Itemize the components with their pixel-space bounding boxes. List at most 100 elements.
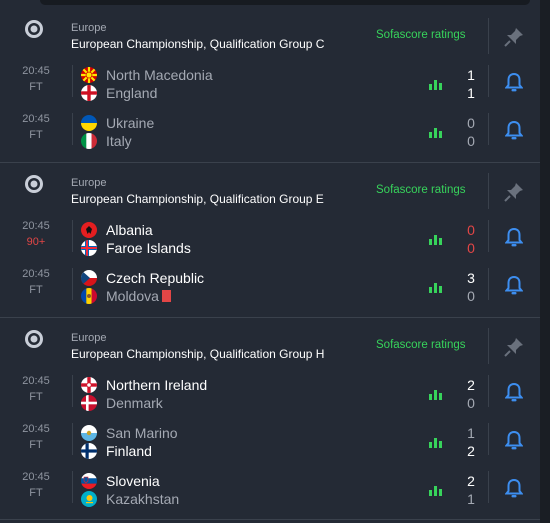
pin-icon[interactable] [503,336,525,358]
match-time: 20:45 [22,65,50,77]
sofascore-ratings-link[interactable]: Sofascore ratings [376,29,466,41]
match-time: 20:45 [22,471,50,483]
match-row[interactable]: 20:45 FT Slovenia Kazakhstan 2 1 [0,468,540,516]
red-card-icon [161,290,171,302]
divider [488,471,489,503]
away-team-name: Denmark [106,395,163,411]
bell-icon[interactable] [505,72,523,92]
divider [72,220,73,252]
league-name[interactable]: European Championship, Qualification Gro… [71,37,324,51]
statistics-icon[interactable] [429,128,443,138]
divider [72,375,73,407]
away-team-label: Moldova [106,288,159,304]
statistics-icon[interactable] [429,235,443,245]
home-team-name: Northern Ireland [106,377,208,393]
flag-faroe-islands-icon [81,240,97,256]
sofascore-ratings-link[interactable]: Sofascore ratings [376,339,466,351]
bell-icon[interactable] [505,478,523,498]
divider [72,113,73,145]
divider [488,18,489,54]
match-time: 20:45 [22,268,50,280]
home-team-name: Ukraine [106,115,155,131]
statistics-icon[interactable] [429,390,443,400]
divider [72,423,73,455]
match-row[interactable]: 20:45 FT San Marino Finland 1 2 [0,420,540,468]
flag-finland-icon [81,443,97,459]
bell-icon[interactable] [505,227,523,247]
match-time: 20:45 [22,375,50,387]
sofascore-ratings-link[interactable]: Sofascore ratings [376,184,466,196]
flag-moldova-icon [81,288,97,304]
statistics-icon[interactable] [429,80,443,90]
divider [488,65,489,97]
match-row[interactable]: 20:45 FT Northern Ireland Denmark 2 0 [0,372,540,420]
match-row[interactable]: 20:45 FT North Macedonia England 1 1 [0,62,540,110]
match-time: 20:45 [22,113,50,125]
home-team-name: Albania [106,222,153,238]
away-score: 0 [467,240,475,256]
flag-northern-ireland-icon [81,377,97,393]
league-header[interactable]: Europe European Championship, Qualificat… [0,0,540,54]
divider [72,65,73,97]
away-team-name: England [106,85,158,101]
home-team-name: Slovenia [106,473,160,489]
away-team-name: Italy [106,133,132,149]
euro-trophy-icon [25,175,43,193]
league-name[interactable]: European Championship, Qualification Gro… [71,347,324,361]
divider [488,173,489,209]
flag-san-marino-icon [81,425,97,441]
euro-trophy-icon [25,20,43,38]
pin-icon[interactable] [503,26,525,48]
match-status: FT [29,81,43,93]
home-team-name: Czech Republic [106,270,205,286]
away-score: 2 [467,443,475,459]
away-team-name: Finland [106,443,152,459]
match-status: FT [29,391,43,403]
home-score: 3 [467,270,475,286]
divider [488,268,489,300]
away-score: 0 [467,288,475,304]
home-team-name: San Marino [106,425,178,441]
match-status: 90+ [26,236,46,248]
match-status: FT [29,487,43,499]
league-header[interactable]: Europe European Championship, Qualificat… [0,155,540,209]
away-score: 1 [467,85,475,101]
bell-icon[interactable] [505,120,523,140]
divider [72,471,73,503]
away-score: 0 [467,395,475,411]
flag-denmark-icon [81,395,97,411]
bell-icon[interactable] [505,382,523,402]
match-time: 20:45 [22,220,50,232]
statistics-icon[interactable] [429,283,443,293]
flag-czech-republic-icon [81,270,97,286]
home-score: 1 [467,425,475,441]
match-status: FT [29,284,43,296]
bell-icon[interactable] [505,430,523,450]
pin-icon[interactable] [503,181,525,203]
divider [488,328,489,364]
league-country: Europe [71,332,107,344]
match-status: FT [29,439,43,451]
home-score: 0 [467,222,475,238]
away-score: 0 [467,133,475,149]
statistics-icon[interactable] [429,438,443,448]
euro-trophy-icon [25,330,43,348]
match-time: 20:45 [22,423,50,435]
league-name[interactable]: European Championship, Qualification Gro… [71,192,324,206]
league-country: Europe [71,22,107,34]
flag-england-icon [81,85,97,101]
league-header[interactable]: Europe European Championship, Qualificat… [0,310,540,364]
match-row[interactable]: 20:45 FT Czech Republic Moldova 3 0 [0,265,540,313]
match-row[interactable]: 20:45 FT Ukraine Italy 0 0 [0,110,540,158]
divider [488,113,489,145]
statistics-icon[interactable] [429,486,443,496]
group-divider [0,519,540,520]
home-score: 0 [467,115,475,131]
match-row[interactable]: 20:45 90+ Albania Faroe Islands 0 0 [0,217,540,265]
flag-albania-icon [81,222,97,238]
bell-icon[interactable] [505,275,523,295]
away-score: 1 [467,491,475,507]
flag-ukraine-icon [81,115,97,131]
divider [488,423,489,455]
scrollbar-track[interactable] [540,0,550,523]
